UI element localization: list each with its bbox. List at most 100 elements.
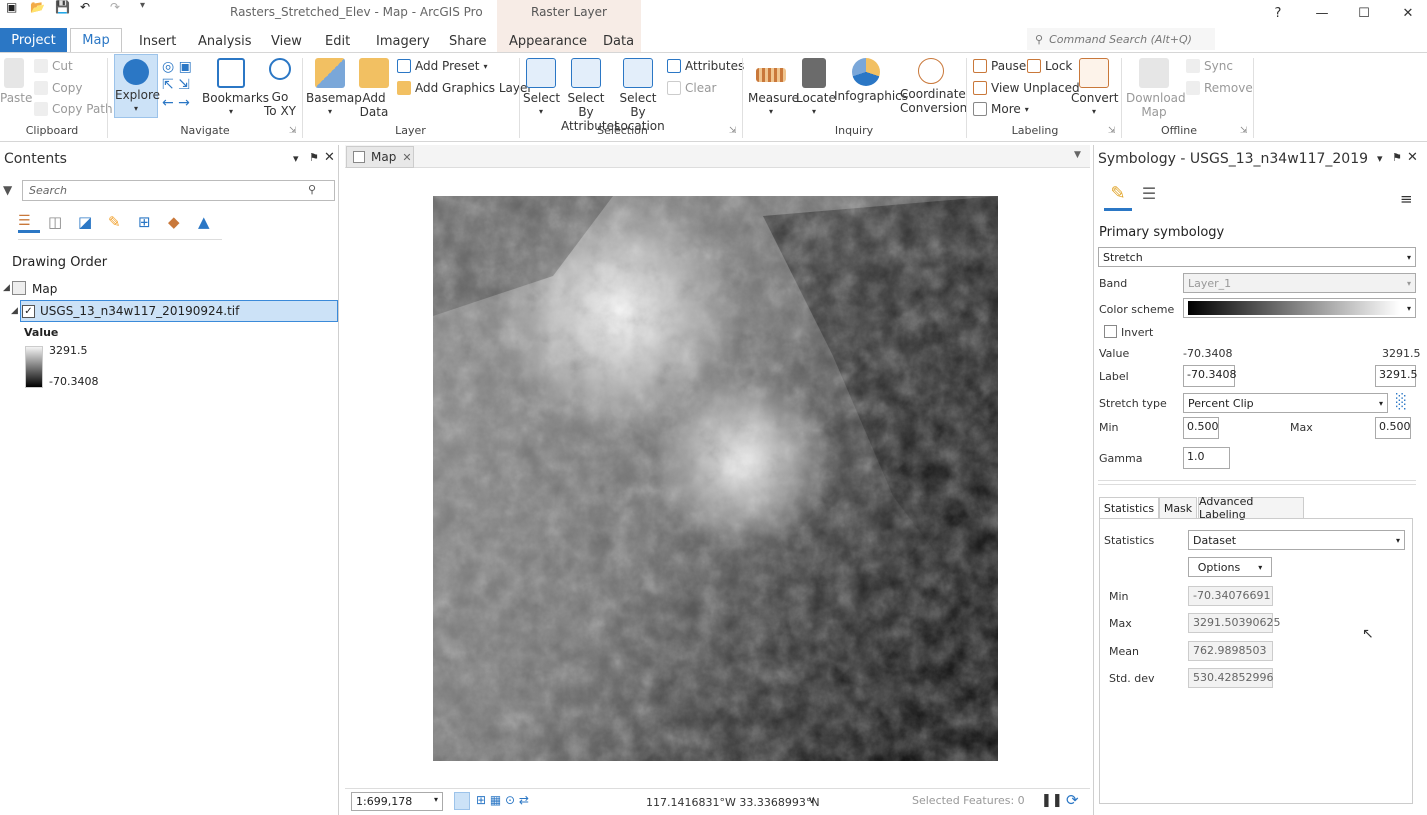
more-labeling-button[interactable]: More ▾	[973, 100, 1029, 118]
remove-button[interactable]: Remove	[1186, 79, 1253, 97]
list-by-editing-icon[interactable]: ✎	[108, 213, 128, 233]
paste-button[interactable]: Paste	[0, 58, 32, 105]
label-low-field[interactable]: -70.3408	[1183, 365, 1236, 387]
clear-button[interactable]: Clear	[667, 79, 716, 97]
list-by-data-source-icon[interactable]: ◫	[48, 213, 68, 233]
stretch-type-dropdown[interactable]: Percent Clip ▾	[1183, 393, 1388, 413]
save-icon[interactable]: 💾	[55, 0, 70, 14]
pause-labeling-button[interactable]: Pause	[973, 57, 1026, 75]
gamma-field[interactable]: 1.0	[1183, 447, 1230, 469]
invert-checkbox[interactable]	[1104, 325, 1117, 338]
menu-icon[interactable]: ≡	[1400, 190, 1413, 208]
expand-map-icon[interactable]: ◢	[3, 283, 10, 293]
list-by-selection-icon[interactable]: ◪	[78, 213, 98, 233]
options-button[interactable]: Options ▾	[1188, 557, 1272, 577]
convert-labels-button[interactable]: Convert ▾	[1071, 58, 1118, 119]
labeling-launcher-icon[interactable]: ⇲	[1108, 126, 1116, 136]
customize-qat-icon[interactable]: ▾	[140, 0, 145, 11]
tab-share[interactable]: Share	[439, 30, 497, 52]
view-unplaced-button[interactable]: View Unplaced	[973, 79, 1080, 97]
coordinate-conversion-button[interactable]: Coordinate Conversion	[900, 58, 967, 115]
splitter-handle[interactable]	[1098, 480, 1416, 485]
minimize-button[interactable]: —	[1310, 2, 1334, 24]
histogram-icon[interactable]: ░	[1396, 394, 1407, 410]
tab-project[interactable]: Project	[0, 28, 67, 52]
tab-edit[interactable]: Edit	[315, 30, 360, 52]
lock-labels-button[interactable]: Lock	[1027, 57, 1072, 75]
navigate-launcher-icon[interactable]: ⇲	[289, 126, 297, 136]
basemap-button[interactable]: Basemap ▾	[306, 58, 362, 119]
tab-data[interactable]: Data	[593, 30, 644, 52]
statistics-source-dropdown[interactable]: Dataset ▾	[1188, 530, 1405, 550]
tab-insert[interactable]: Insert	[129, 30, 186, 52]
selection-launcher-icon[interactable]: ⇲	[729, 126, 737, 136]
locate-button[interactable]: Locate ▾	[796, 58, 836, 119]
close-pane-icon[interactable]: ✕	[324, 150, 335, 165]
add-preset-button[interactable]: Add Preset ▾	[397, 57, 487, 75]
offline-launcher-icon[interactable]: ⇲	[1240, 126, 1248, 136]
expand-layer-icon[interactable]: ◢	[11, 306, 18, 316]
coordinate-format-chevron-icon[interactable]: ∨	[808, 795, 815, 806]
download-map-button[interactable]: Download Map	[1126, 58, 1186, 119]
list-by-labeling-icon[interactable]: ◆	[168, 213, 188, 233]
measure-button[interactable]: Measure ▾	[748, 58, 799, 119]
pane-options-icon[interactable]: ▾	[293, 152, 299, 165]
cut-button[interactable]: Cut	[34, 57, 73, 75]
scale-selector[interactable]: 1:699,178 ▾	[351, 792, 443, 811]
infographics-button[interactable]: Infographics	[834, 58, 908, 103]
pane-options-icon[interactable]: ▾	[1377, 152, 1383, 165]
primary-symbology-icon[interactable]: ✎	[1104, 183, 1132, 211]
contents-search-input[interactable]: Search ⚲	[22, 180, 335, 201]
refresh-icon[interactable]: ⟳	[1066, 791, 1079, 809]
copy-path-button[interactable]: Copy Path	[34, 100, 113, 118]
navigate-small-tools[interactable]: ◎ ▣ ⇱ ⇲ ← →	[162, 58, 198, 116]
min-percent-field[interactable]: 0.500	[1183, 417, 1219, 439]
new-project-icon[interactable]: ▣	[6, 0, 17, 14]
tab-mask[interactable]: Mask	[1159, 497, 1197, 519]
filter-icon[interactable]: ▼	[3, 183, 12, 197]
selected-features-count[interactable]: Selected Features: 0	[912, 794, 1025, 807]
maximize-button[interactable]: ☐	[1352, 2, 1376, 24]
help-button[interactable]: ?	[1266, 2, 1290, 24]
copy-button[interactable]: Copy	[34, 79, 82, 97]
fixed-zoom-icon[interactable]	[454, 792, 470, 810]
tab-map[interactable]: Map	[70, 28, 122, 52]
add-graphics-layer-button[interactable]: Add Graphics Layer	[397, 79, 532, 97]
select-by-location-button[interactable]: Select By Location	[614, 58, 665, 133]
tab-view[interactable]: View	[261, 30, 312, 52]
tab-analysis[interactable]: Analysis	[188, 30, 262, 52]
color-scheme-dropdown[interactable]: ▾	[1183, 298, 1416, 318]
pin-icon[interactable]: ⚑	[309, 151, 319, 164]
close-tab-icon[interactable]: ✕	[402, 151, 411, 164]
layer-visibility-checkbox[interactable]: ✓	[22, 305, 35, 318]
bookmarks-button[interactable]: Bookmarks ▾	[202, 58, 269, 119]
command-search-input[interactable]: ⚲ Command Search (Alt+Q)	[1027, 28, 1215, 50]
map-tab[interactable]: Map ✕	[346, 146, 414, 168]
map-node-label[interactable]: Map	[32, 282, 57, 296]
tab-advanced-labeling[interactable]: Advanced Labeling	[1198, 495, 1304, 521]
attributes-button[interactable]: Attributes	[667, 57, 744, 75]
redo-icon[interactable]: ↷	[110, 0, 120, 14]
select-button[interactable]: Select ▾	[523, 58, 560, 119]
tab-statistics[interactable]: Statistics	[1099, 497, 1159, 519]
grid-icon[interactable]: ⊞ ▦ ⊙ ⇄	[476, 793, 529, 807]
explore-button[interactable]: Explore ▾	[114, 54, 160, 118]
band-dropdown[interactable]: Layer_1 ▾	[1183, 273, 1416, 293]
open-project-icon[interactable]: 📂	[30, 0, 45, 14]
max-percent-field[interactable]: 0.500	[1375, 417, 1411, 439]
list-by-snapping-icon[interactable]: ⊞	[138, 213, 158, 233]
add-data-button[interactable]: Add Data	[356, 58, 392, 119]
close-button[interactable]: ✕	[1396, 2, 1420, 24]
tab-appearance[interactable]: Appearance	[499, 30, 597, 52]
pause-drawing-icon[interactable]: ❚❚	[1041, 793, 1063, 808]
sync-button[interactable]: Sync	[1186, 57, 1233, 75]
select-by-attributes-button[interactable]: Select By Attributes	[561, 58, 620, 133]
list-by-perspective-icon[interactable]: ▲	[198, 213, 218, 233]
renderer-dropdown[interactable]: Stretch ▾	[1098, 247, 1416, 267]
tab-overflow-icon[interactable]: ▼	[1074, 150, 1081, 160]
label-high-field[interactable]: 3291.5	[1375, 365, 1418, 387]
list-by-drawing-order-icon[interactable]: ☰	[18, 213, 40, 233]
go-to-xy-button[interactable]: Go To XY	[263, 58, 297, 118]
undo-icon[interactable]: ↶	[80, 0, 90, 14]
vary-symbology-icon[interactable]: ☰	[1137, 184, 1161, 208]
